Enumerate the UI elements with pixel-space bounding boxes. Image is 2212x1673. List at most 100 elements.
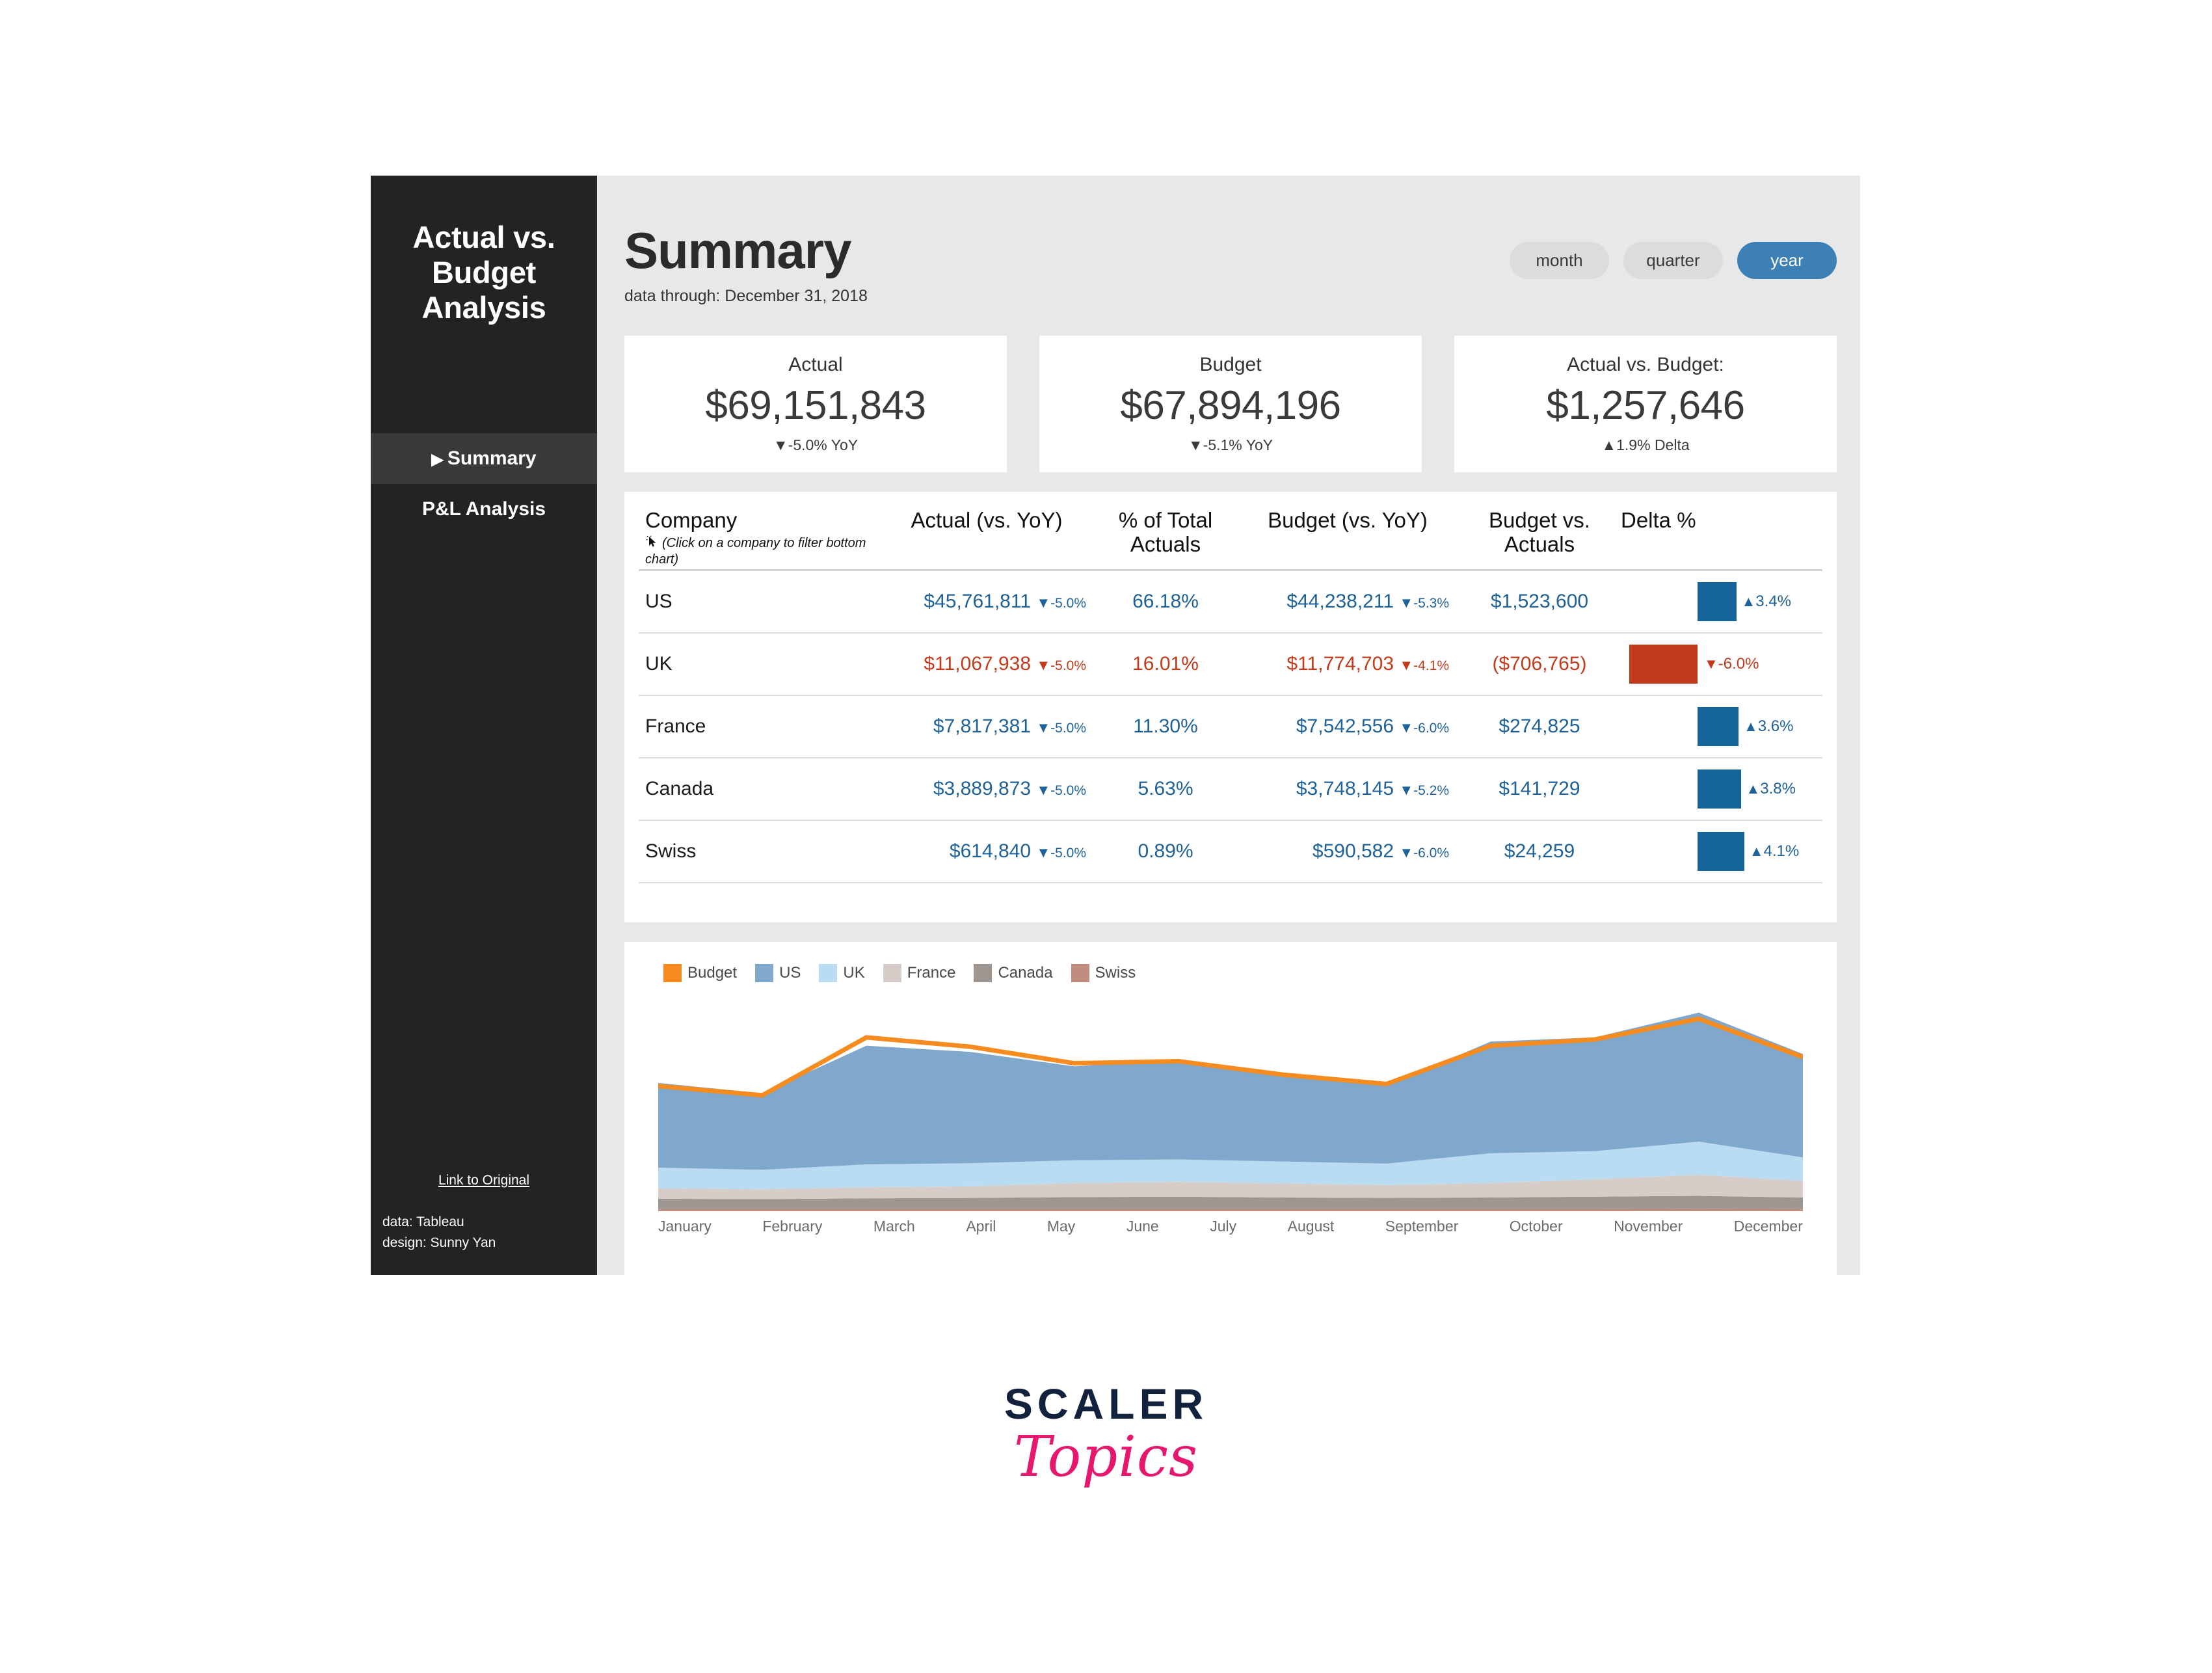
screenshot-root: Actual vs. Budget Analysis ▶ Summary P&L … [0,0,2212,1673]
cell-pct-of-total: 16.01% [1132,653,1199,675]
table-body: US $45,761,811 ▼-5.0% 66.18% $44,238,211 ▼-… [639,571,1822,883]
cell-company[interactable]: UK [639,653,879,675]
credit-design: design: Sunny Yan [382,1235,496,1250]
legend-item-budget[interactable]: Budget [663,964,737,982]
trend-arrow-icon: ▼ [1399,782,1414,798]
cell-pct-of-total: 66.18% [1132,591,1199,612]
table-row[interactable]: Canada $3,889,873 ▼-5.0% 5.63% $3,748,145 ▼… [639,758,1822,821]
table-row[interactable]: Swiss $614,840 ▼-5.0% 0.89% $590,582 ▼-6.0%… [639,821,1822,883]
cell-actual-yoy: -5.0% [1050,721,1086,736]
kpi-card-actual: Actual $69,151,843 ▼-5.0% YoY [624,336,1007,472]
kpi-value: $69,151,843 [705,383,926,428]
page-title: Summary [624,222,851,279]
up-triangle-icon: ▲ [1601,436,1617,453]
sidebar-item-summary-label: Summary [447,448,537,469]
x-tick-label: July [1210,1218,1237,1235]
cell-actual: $7,817,381 ▼-5.0% [933,716,1086,737]
kpi-delta: ▲1.9% Delta [1601,436,1689,454]
link-to-original[interactable]: Link to Original [371,1173,597,1188]
sidebar-item-summary[interactable]: ▶ Summary [371,433,597,484]
legend-swatch [819,964,838,982]
kpi-delta: ▼-5.1% YoY [1188,436,1273,454]
column-header-pct-of-total: % of Total Actuals [1118,508,1213,556]
down-triangle-icon: ▼ [1188,436,1203,453]
table-row[interactable]: UK $11,067,938 ▼-5.0% 16.01% $11,774,703 ▼-… [639,634,1822,696]
x-tick-label: March [873,1218,915,1235]
data-through-label: data through: December 31, 2018 [624,287,868,305]
cell-delta-pct: ▲3.8% [1621,758,1822,820]
legend-item-us[interactable]: US [755,964,801,982]
cursor-click-icon [646,535,656,547]
cell-company[interactable]: US [639,591,879,613]
table-row[interactable]: US $45,761,811 ▼-5.0% 66.18% $44,238,211 ▼-… [639,571,1822,634]
credit-data: data: Tableau [382,1214,464,1229]
monthly-area-chart: Budget US UK France Canada Swiss January Febru… [624,942,1837,1287]
delta-label: ▲4.1% [1749,842,1800,860]
x-tick-label: August [1287,1218,1335,1235]
trend-arrow-icon: ▼ [1399,844,1414,861]
cell-actual-yoy: -5.0% [1050,846,1086,861]
legend-item-canada[interactable]: Canada [974,964,1053,982]
page-header: Summary data through: December 31, 2018 … [624,176,1837,306]
trend-arrow-icon: ▼ [1036,782,1051,798]
table-header-row: Company (Click on a company to filter bo… [639,492,1822,571]
cell-budget-yoy: -5.3% [1413,596,1449,611]
trend-arrow-icon: ▼ [1399,719,1414,736]
trend-arrow-icon: ▼ [1036,719,1051,736]
period-button-month[interactable]: month [1510,242,1609,279]
cell-company[interactable]: Canada [639,778,879,800]
cell-actual-yoy: -5.0% [1050,658,1086,673]
trend-arrow-icon: ▼ [1036,595,1051,611]
delta-bar-positive [1698,582,1737,621]
kpi-delta-label: -5.0% YoY [788,436,859,453]
cell-delta-pct: ▲3.4% [1621,570,1822,633]
delta-label: ▼-6.0% [1704,655,1759,673]
period-button-quarter[interactable]: quarter [1623,242,1723,279]
cell-actual: $45,761,811 ▼-5.0% [924,591,1086,612]
kpi-label: Budget [1199,354,1262,375]
chart-plot-area [658,1012,1803,1211]
cell-company[interactable]: Swiss [639,840,879,863]
trend-arrow-icon: ▼ [1399,595,1414,611]
sidebar-item-pl-analysis[interactable]: P&L Analysis [371,484,597,535]
cell-delta-pct: ▲3.6% [1621,695,1822,758]
legend-item-uk[interactable]: UK [819,964,865,982]
cell-budget: $44,238,211 ▼-5.3% [1286,591,1449,612]
legend-label: US [779,964,801,982]
trend-arrow-icon: ▲ [1744,718,1758,734]
column-header-budget-vs-actuals: Budget vs. Actuals [1489,508,1590,556]
x-tick-label: April [966,1218,996,1235]
cell-company[interactable]: France [639,716,879,738]
down-triangle-icon: ▼ [773,436,788,453]
table-row[interactable]: France $7,817,381 ▼-5.0% 11.30% $7,542,556 … [639,696,1822,758]
cell-budget-vs-actuals: ($706,765) [1492,653,1587,675]
company-filter-hint: (Click on a company to filter bottom cha… [645,535,866,567]
column-header-budget: Budget (vs. YoY) [1268,508,1428,532]
play-triangle-icon: ▶ [431,451,444,468]
legend-label: France [907,964,956,982]
sidebar-item-pl-analysis-label: P&L Analysis [421,498,546,520]
legend-item-swiss[interactable]: Swiss [1071,964,1136,982]
cell-actual-yoy: -5.0% [1050,596,1086,611]
column-header-delta-pct: Delta % [1621,508,1696,532]
cell-budget: $590,582 ▼-6.0% [1312,840,1449,862]
chart-legend: Budget US UK France Canada Swiss [624,942,1837,982]
x-tick-label: May [1046,1218,1076,1235]
cell-pct-of-total: 5.63% [1138,778,1193,799]
dashboard: Actual vs. Budget Analysis ▶ Summary P&L … [371,176,1860,1287]
cell-actual: $614,840 ▼-5.0% [949,840,1086,862]
legend-swatch [663,964,682,982]
x-tick-label: February [762,1218,823,1235]
cell-actual: $3,889,873 ▼-5.0% [933,778,1086,799]
period-button-year[interactable]: year [1737,242,1837,279]
dashboard-title: Actual vs. Budget Analysis [412,220,555,325]
cell-delta-pct: ▲4.1% [1621,820,1822,883]
legend-item-france[interactable]: France [883,964,956,982]
kpi-card-budget: Budget $67,894,196 ▼-5.1% YoY [1039,336,1422,472]
chart-x-axis: January February March April May June July Augu… [658,1218,1803,1235]
main-content: Summary data through: December 31, 2018 … [597,176,1864,1287]
kpi-label: Actual vs. Budget: [1567,354,1724,375]
scaler-wordmark: SCALER [1004,1380,1208,1428]
legend-label: Canada [998,964,1053,982]
kpi-delta-label: -5.1% YoY [1203,436,1273,453]
